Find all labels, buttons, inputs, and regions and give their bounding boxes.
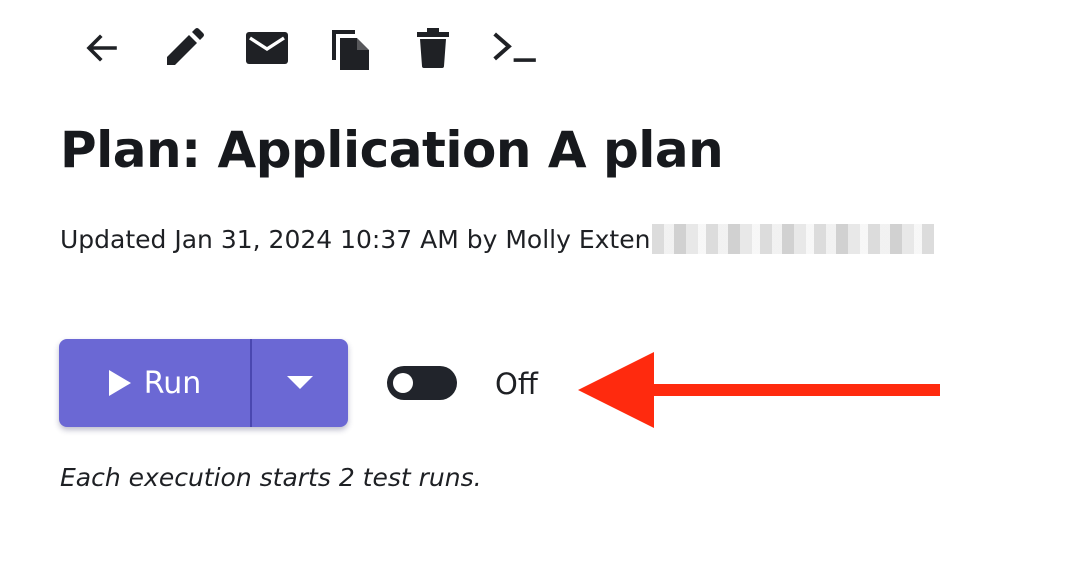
delete-button[interactable] xyxy=(410,26,456,70)
updated-text: Updated Jan 31, 2024 10:37 AM by Molly E… xyxy=(60,224,651,254)
edit-pencil-icon xyxy=(167,28,204,65)
updated-info: Updated Jan 31, 2024 10:37 AM by Molly E… xyxy=(60,221,935,257)
terminal-button[interactable] xyxy=(493,26,539,70)
annotation-arrow-icon xyxy=(578,352,940,428)
back-arrow-icon xyxy=(86,34,117,62)
run-options-dropdown[interactable] xyxy=(252,339,348,427)
run-label: Run xyxy=(143,365,202,401)
toggle-knob xyxy=(393,373,413,393)
edit-button[interactable] xyxy=(161,26,207,70)
toggle-label: Off xyxy=(495,367,538,401)
back-button[interactable] xyxy=(78,26,124,70)
copy-icon xyxy=(332,30,369,70)
redacted-name xyxy=(652,224,935,254)
trash-icon xyxy=(417,28,449,68)
email-button[interactable] xyxy=(244,26,290,70)
play-icon xyxy=(108,369,132,397)
toolbar xyxy=(78,26,576,70)
run-button[interactable]: Run xyxy=(59,339,250,427)
email-icon xyxy=(246,32,288,64)
page-title: Plan: Application A plan xyxy=(60,121,724,179)
schedule-toggle[interactable] xyxy=(387,366,457,400)
terminal-icon xyxy=(493,32,536,62)
caret-down-icon xyxy=(287,376,313,389)
run-button-group: Run xyxy=(59,339,348,427)
copy-button[interactable] xyxy=(327,26,373,70)
execution-note: Each execution starts 2 test runs. xyxy=(60,463,482,492)
